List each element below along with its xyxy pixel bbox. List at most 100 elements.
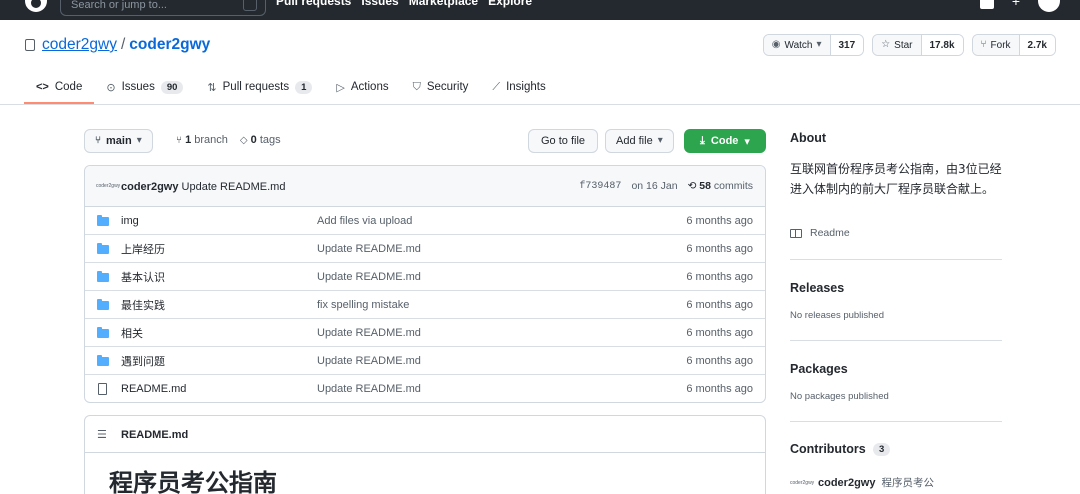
branch-count-icon: ⑂ [176,135,182,146]
nav-issues[interactable]: Issues [361,0,398,8]
file-name-link[interactable]: 上岸经历 [121,241,165,257]
watch-count[interactable]: 317 [830,35,864,55]
file-age: 6 months ago [686,326,753,339]
branch-name: main [106,135,132,147]
file-age: 6 months ago [686,298,753,311]
commit-author[interactable]: coder2gwy [121,181,178,193]
slash-shortcut-icon [243,0,257,11]
add-file-button[interactable]: Add file ▾ [605,129,674,153]
search-input[interactable]: Search or jump to... [60,0,266,16]
book-icon [790,228,802,238]
go-to-file-button[interactable]: Go to file [528,129,599,153]
star-button[interactable]: ☆ Star [873,35,922,55]
contributor-item[interactable]: coder2gwy coder2gwy 程序员考公 [790,475,934,490]
file-commit-message[interactable]: Update README.md [317,355,421,367]
contributors-heading-row[interactable]: Contributors 3 [790,442,891,457]
file-age: 6 months ago [686,383,753,395]
commit-message[interactable]: Update README.md [182,181,286,193]
tab-actions[interactable]: ▷ Actions [324,74,400,100]
commit-date: on 16 Jan [631,180,678,192]
nav-marketplace[interactable]: Marketplace [409,0,478,8]
notifications-bell-icon[interactable] [979,0,994,9]
file-icon [98,383,107,395]
commit-author-and-message: coder2gwy Update README.md [121,181,285,193]
repo-owner-link[interactable]: coder2gwy [42,36,117,54]
about-heading: About [790,131,827,145]
tab-code[interactable]: <> Code [24,74,95,104]
file-name-link[interactable]: 遇到问题 [121,353,165,369]
branches-link[interactable]: ⑂ 1 branch [176,134,228,146]
releases-heading[interactable]: Releases [790,281,844,295]
file-row[interactable]: 遇到问题 Update README.md 6 months ago [85,347,765,375]
readme-sidebar-link[interactable]: Readme [790,227,850,239]
readme-panel: ☰ README.md 程序员考公指南 [84,415,766,494]
tag-count: 0 [250,134,257,146]
commits-history-link[interactable]: ⟲ 58 commits [688,180,753,192]
code-button-label: Code [710,135,739,147]
file-age: 6 months ago [686,242,753,255]
chevron-down-icon: ▾ [816,39,822,50]
tab-issues-badge: 90 [160,80,184,94]
file-row[interactable]: 上岸经历 Update README.md 6 months ago [85,235,765,263]
star-group: ☆ Star 17.8k [872,34,964,56]
latest-commit-bar: coder2gwy coder2gwy Update README.md f73… [85,166,765,207]
packages-heading[interactable]: Packages [790,362,848,376]
user-avatar[interactable] [1038,0,1060,12]
about-description: 互联网首份程序员考公指南，由3位已经进入体制内的前大厂程序员联合献上。 [790,162,1002,196]
file-commit-message[interactable]: Update README.md [317,327,421,339]
repo-actions: ◉ Watch ▾ 317 ☆ Star 17.8k ⑂ Fork 2.7k [762,34,1056,56]
file-row[interactable]: 基本认识 Update README.md 6 months ago [85,263,765,291]
file-row[interactable]: 最佳实践 fix spelling mistake 6 months ago [85,291,765,319]
tab-pull-requests[interactable]: ⇅ Pull requests 1 [195,74,324,100]
commit-sha[interactable]: f739487 [579,181,621,192]
fork-label: Fork [990,39,1011,51]
tab-insights[interactable]: ⟋ Insights [480,74,557,100]
create-plus-icon[interactable]: + [1012,0,1020,9]
star-label: Star [894,39,913,51]
tab-pull-requests-label: Pull requests [222,81,290,93]
file-name-link[interactable]: img [121,215,139,227]
file-commit-message[interactable]: Add files via upload [317,215,412,227]
nav-pull-requests[interactable]: Pull requests [276,0,351,8]
star-count[interactable]: 17.8k [921,35,963,55]
file-row[interactable]: 相关 Update README.md 6 months ago [85,319,765,347]
fork-count[interactable]: 2.7k [1019,35,1055,55]
contributor-name: 程序员考公 [881,477,934,489]
file-row[interactable]: README.md Update README.md 6 months ago [85,375,765,402]
chevron-down-icon: ▾ [136,135,142,146]
repo-name-link[interactable]: coder2gwy [129,36,210,54]
nav-explore[interactable]: Explore [488,0,532,8]
commit-author-avatar[interactable]: coder2gwy [96,181,120,191]
file-name-link[interactable]: 相关 [121,325,143,341]
file-name-link[interactable]: 基本认识 [121,269,165,285]
packages-empty-text: No packages published [790,391,889,402]
tab-security[interactable]: ⛉ Security [401,74,481,100]
readme-header: ☰ README.md [85,416,765,453]
fork-group: ⑂ Fork 2.7k [971,34,1056,56]
file-name-link[interactable]: 最佳实践 [121,297,165,313]
file-commit-message[interactable]: Update README.md [317,243,421,255]
file-row[interactable]: img Add files via upload 6 months ago [85,207,765,235]
pr-icon: ⇅ [207,81,217,94]
branch-select-button[interactable]: ⑂ main ▾ [84,129,153,153]
contributors-count: 3 [873,443,891,457]
tags-link[interactable]: ◇ 0 tags [240,134,281,146]
file-name-link[interactable]: README.md [121,383,186,395]
branch-tag-info: ⑂ 1 branch ◇ 0 tags [176,134,281,146]
code-download-button[interactable]: ⤓ Code ▾ [684,129,766,153]
github-logo-icon[interactable] [25,0,47,12]
list-icon[interactable]: ☰ [97,428,107,441]
folder-icon [97,215,109,226]
watch-button[interactable]: ◉ Watch ▾ [763,35,831,55]
file-commit-message[interactable]: Update README.md [317,383,421,395]
file-commit-message[interactable]: Update README.md [317,271,421,283]
tag-icon: ◇ [239,135,248,146]
fork-button[interactable]: ⑂ Fork [972,35,1020,55]
file-commit-message[interactable]: fix spelling mistake [317,299,409,311]
readme-title: 程序员考公指南 [109,469,277,494]
readme-filename[interactable]: README.md [121,429,188,441]
repo-title: coder2gwy / coder2gwy [25,36,210,54]
branch-count-label: branch [194,134,228,146]
file-age: 6 months ago [686,270,753,283]
tab-issues[interactable]: ⊙ Issues 90 [94,74,195,100]
